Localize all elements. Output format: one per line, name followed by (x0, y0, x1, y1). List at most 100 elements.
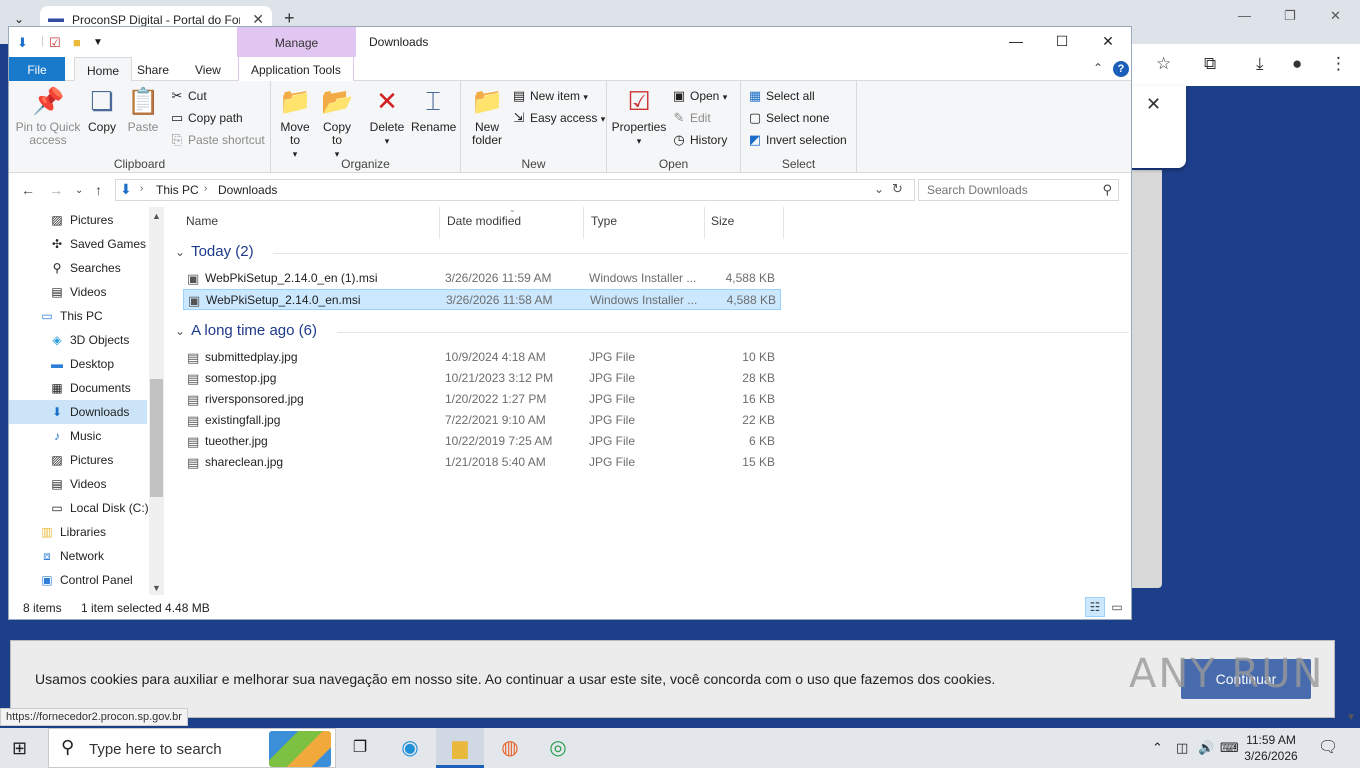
browser-restore-icon[interactable]: ❐ (1284, 8, 1296, 24)
nav-item-saved-games[interactable]: ✣ Saved Games (9, 232, 147, 256)
system-clock[interactable]: 11:59 AM 3/26/2026 (1236, 732, 1306, 764)
edit-button[interactable]: ✎ Edit (671, 108, 711, 128)
column-type[interactable]: Type (591, 214, 617, 228)
copy-to-button[interactable]: 📂 Copy to ▾ (319, 85, 355, 161)
move-to-button[interactable]: 📁 Move to ▾ (277, 85, 313, 161)
scroll-up-icon[interactable]: ▲ (152, 211, 161, 221)
notifications-icon[interactable]: 🗨 (1318, 737, 1338, 757)
nav-item-control-panel[interactable]: ▣ Control Panel (9, 568, 147, 592)
address-bar[interactable]: ⬇ › This PC › Downloads ⌄ ↻ (115, 179, 915, 201)
nav-item-libraries[interactable]: ▥ Libraries (9, 520, 147, 544)
ribbon-collapse-icon[interactable]: ⌃ (1093, 61, 1103, 75)
file-row[interactable]: ▣ WebPkiSetup_2.14.0_en (1).msi 3/26/2026 … (183, 268, 781, 289)
file-row[interactable]: ▣ WebPkiSetup_2.14.0_en.msi 3/26/2026 11:5… (183, 289, 781, 310)
nav-scroll-thumb[interactable] (150, 379, 163, 497)
properties-button[interactable]: ☑ Properties ▾ (611, 85, 667, 148)
help-icon[interactable]: ? (1113, 61, 1129, 77)
column-divider[interactable] (783, 207, 784, 239)
delete-button[interactable]: ✕ Delete ▾ (367, 85, 407, 148)
collapse-chevron-icon[interactable]: ⌄ (175, 324, 185, 338)
extensions-icon[interactable]: ⧉ (1204, 54, 1216, 74)
network-tray-icon[interactable]: ◫ (1176, 740, 1188, 756)
group-header[interactable]: ⌄ Today (2) (175, 243, 254, 260)
properties-qat-icon[interactable]: ☑ (49, 35, 61, 51)
edge-icon[interactable]: ◉ (386, 728, 434, 768)
nav-item-music[interactable]: ♪ Music (9, 424, 147, 448)
nav-item-pictures[interactable]: ▨ Pictures (9, 208, 147, 232)
column-divider[interactable] (439, 207, 440, 239)
file-row[interactable]: ▤ existingfall.jpg 7/22/2021 9:10 AM JPG Fi… (183, 410, 781, 431)
nav-item-3d-objects[interactable]: ◈ 3D Objects (9, 328, 147, 352)
qat-customize-icon[interactable]: ▼ (93, 37, 103, 48)
pin-to-quick-access-button[interactable]: 📌 Pin to Quick access (13, 85, 83, 147)
nav-item-downloads[interactable]: ⬇ Downloads (9, 400, 147, 424)
forward-arrow-icon[interactable]: → (49, 182, 63, 198)
up-arrow-icon[interactable]: ↑ (95, 182, 102, 198)
file-row[interactable]: ▤ tueother.jpg 10/22/2019 7:25 AM JPG File 6… (183, 431, 781, 452)
tray-overflow-icon[interactable]: ⌃ (1152, 740, 1163, 756)
tab-share[interactable]: Share (125, 57, 181, 81)
nav-item-desktop[interactable]: ▬ Desktop (9, 352, 147, 376)
browser-minimize-icon[interactable]: — (1238, 8, 1251, 23)
column-divider[interactable] (583, 207, 584, 239)
nav-item-searches[interactable]: ⚲ Searches (9, 256, 147, 280)
volume-icon[interactable]: 🔊 (1198, 740, 1214, 756)
firefox-icon[interactable]: ◍ (486, 728, 534, 768)
maximize-icon[interactable]: ☐ (1047, 33, 1077, 50)
easy-access-button[interactable]: ⇲ Easy access ▾ (511, 108, 606, 128)
file-row[interactable]: ▤ submittedplay.jpg 10/9/2024 4:18 AM JPG F… (183, 347, 781, 368)
downloads-icon[interactable]: ⤓ (1256, 54, 1264, 74)
column-name[interactable]: Name (186, 214, 218, 228)
recent-locations-icon[interactable]: ⌄ (75, 185, 83, 196)
popup-close-icon[interactable]: ✕ (1146, 94, 1161, 115)
new-folder-qat-icon[interactable]: ■ (73, 35, 81, 50)
copy-button[interactable]: ❏ Copy (85, 85, 119, 134)
copy-path-button[interactable]: ▭ Copy path (169, 108, 243, 128)
refresh-icon[interactable]: ↻ (892, 181, 903, 197)
nav-item-videos[interactable]: ▤ Videos (9, 472, 147, 496)
browser-menu-icon[interactable]: ⋮ (1330, 54, 1347, 74)
file-row[interactable]: ▤ somestop.jpg 10/21/2023 3:12 PM JPG File 2… (183, 368, 781, 389)
taskbar-search[interactable]: ⚲ Type here to search (48, 728, 336, 768)
scroll-down-icon[interactable]: ▼ (152, 583, 161, 593)
nav-item-documents[interactable]: ▦ Documents (9, 376, 147, 400)
details-view-icon[interactable]: ☷ (1085, 597, 1105, 617)
history-button[interactable]: ◷ History (671, 130, 727, 150)
tab-home[interactable]: Home (74, 57, 133, 82)
collapse-chevron-icon[interactable]: ⌄ (175, 245, 185, 259)
new-folder-button[interactable]: 📁 New folder (467, 85, 507, 147)
invert-selection-button[interactable]: ◩ Invert selection (747, 130, 847, 150)
nav-item-network[interactable]: ⧈ Network (9, 544, 147, 568)
tab-view[interactable]: View (183, 57, 233, 81)
file-row[interactable]: ▤ shareclean.jpg 1/21/2018 5:40 AM JPG File… (183, 452, 781, 473)
group-header[interactable]: ⌄ A long time ago (6) (175, 322, 317, 339)
nav-item-local-disk-c[interactable]: ▭ Local Disk (C:) (9, 496, 148, 520)
open-button[interactable]: ▣ Open ▾ (671, 86, 727, 106)
quick-access-down-arrow-icon[interactable]: ⬇ (17, 35, 28, 51)
address-dropdown-icon[interactable]: ⌄ (874, 182, 884, 196)
search-input[interactable] (927, 183, 1097, 197)
nav-item-videos[interactable]: ▤ Videos (9, 280, 147, 304)
paste-shortcut-button[interactable]: ⎘ Paste shortcut (169, 130, 265, 150)
bookmark-star-icon[interactable]: ☆ (1156, 54, 1171, 74)
select-all-button[interactable]: ▦ Select all (747, 86, 815, 106)
paste-button[interactable]: 📋 Paste (125, 85, 161, 134)
file-explorer-icon[interactable]: ▆ (436, 728, 484, 768)
task-view-icon[interactable]: ❐ (336, 728, 384, 768)
file-row[interactable]: ▤ riversponsored.jpg 1/20/2022 1:27 PM JPG … (183, 389, 781, 410)
profile-avatar-icon[interactable]: ● (1292, 54, 1302, 74)
search-box[interactable]: ⚲ (918, 179, 1119, 201)
windows-start-icon[interactable]: ⊞ (12, 738, 27, 759)
chrome-icon[interactable]: ◎ (534, 728, 582, 768)
column-date-modified[interactable]: Date modified (447, 214, 521, 228)
tab-application-tools[interactable]: Application Tools (238, 57, 354, 81)
column-size[interactable]: Size (711, 214, 734, 228)
rename-button[interactable]: ⌶ Rename (411, 85, 456, 134)
nav-item-this-pc[interactable]: ▭ This PC (9, 304, 147, 328)
breadcrumb-this-pc[interactable]: This PC (156, 183, 199, 197)
close-icon[interactable]: ✕ (1093, 33, 1123, 50)
large-icons-view-icon[interactable]: ▭ (1107, 597, 1127, 617)
nav-item-pictures[interactable]: ▨ Pictures (9, 448, 147, 472)
cut-button[interactable]: ✂ Cut (169, 86, 207, 106)
nav-scrollbar[interactable]: ▲ ▼ (149, 207, 164, 595)
